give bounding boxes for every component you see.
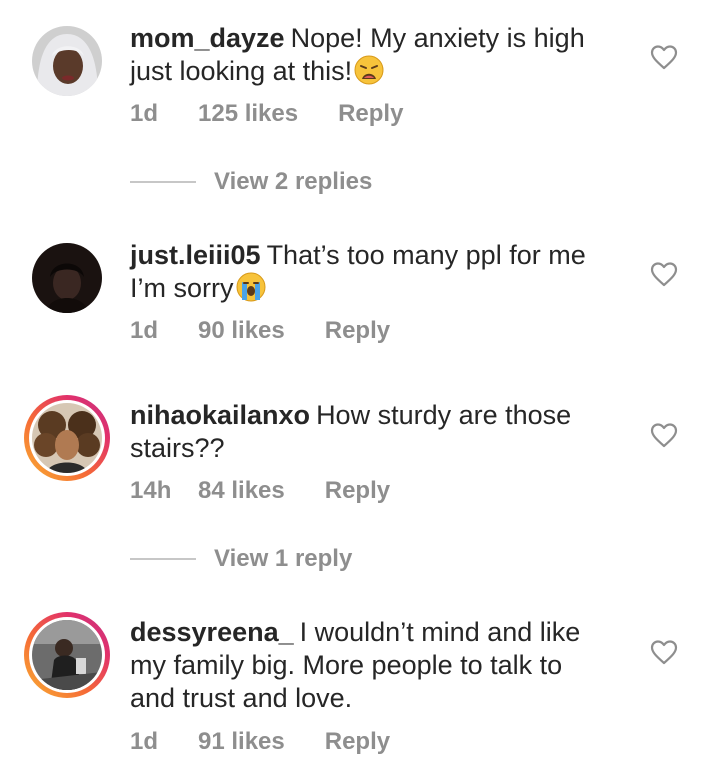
comment-text: nihaokailanxo How sturdy are those stairs… xyxy=(130,399,610,465)
heart-outline-icon[interactable] xyxy=(650,261,678,287)
comment-meta: 1d 125 likes Reply xyxy=(130,100,403,128)
view-replies-button[interactable]: View 1 reply xyxy=(130,545,352,573)
loudly-crying-face-emoji xyxy=(236,272,265,302)
comment-likes[interactable]: 90 likes xyxy=(198,317,285,345)
avatar[interactable] xyxy=(24,18,110,104)
comment-time: 14h xyxy=(130,477,172,504)
reply-button[interactable]: Reply xyxy=(325,477,390,505)
comment-username[interactable]: mom_dayze xyxy=(130,23,285,53)
comment-text: mom_dayze Nope! My anxiety is high just l… xyxy=(130,22,610,88)
divider xyxy=(130,558,196,560)
comment-time: 1d xyxy=(130,317,159,344)
avatar-image xyxy=(32,26,102,96)
comment-likes[interactable]: 91 likes xyxy=(198,728,285,756)
divider xyxy=(130,181,196,183)
comment-time: 1d xyxy=(130,100,159,127)
view-replies-button[interactable]: View 2 replies xyxy=(130,168,372,196)
comment-meta: 1d 90 likes Reply xyxy=(130,317,390,345)
avatar-ring-gap xyxy=(29,400,105,476)
comment-likes[interactable]: 84 likes xyxy=(198,477,285,505)
avatar[interactable] xyxy=(24,235,110,321)
comment-text: dessyreena_ I wouldn’t mind and like my f… xyxy=(130,616,610,715)
avatar-ring-gap xyxy=(29,617,105,693)
heart-outline-icon[interactable] xyxy=(650,44,678,70)
comment-username[interactable]: nihaokailanxo xyxy=(130,400,310,430)
comment-likes[interactable]: 125 likes xyxy=(198,100,298,128)
comment-username[interactable]: dessyreena_ xyxy=(130,617,294,647)
avatar-image xyxy=(32,620,102,690)
reply-button[interactable]: Reply xyxy=(325,317,390,345)
reply-button[interactable]: Reply xyxy=(338,100,403,128)
reply-button[interactable]: Reply xyxy=(325,728,390,756)
weary-face-emoji xyxy=(354,55,384,85)
avatar-image xyxy=(32,403,102,473)
comment-meta: 1d 91 likes Reply xyxy=(130,728,390,756)
avatar-story-ring[interactable] xyxy=(24,612,110,698)
comment-time: 1d xyxy=(130,728,159,755)
heart-outline-icon[interactable] xyxy=(650,639,678,665)
heart-outline-icon[interactable] xyxy=(650,422,678,448)
comment-meta: 14h 84 likes Reply xyxy=(130,477,390,505)
comment-text: just.leiii05 That’s too many ppl for me I… xyxy=(130,239,610,305)
comment-username[interactable]: just.leiii05 xyxy=(130,240,261,270)
view-replies-label: View 2 replies xyxy=(214,168,373,195)
view-replies-label: View 1 reply xyxy=(214,545,353,572)
avatar-story-ring[interactable] xyxy=(24,395,110,481)
avatar-image xyxy=(32,243,102,313)
